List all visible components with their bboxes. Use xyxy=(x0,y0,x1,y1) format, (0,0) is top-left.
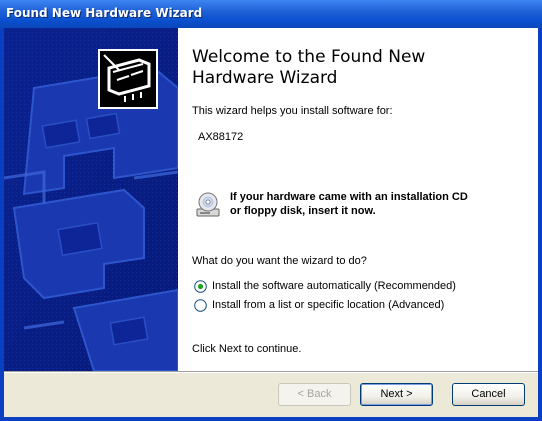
window-title: Found New Hardware Wizard xyxy=(6,6,203,20)
radio-unselected-icon[interactable] xyxy=(194,298,207,312)
radio-selected-icon[interactable] xyxy=(194,279,207,293)
cancel-button[interactable]: Cancel xyxy=(452,383,525,406)
device-name: AX88172 xyxy=(198,131,244,143)
page-title: Welcome to the Found New Hardware Wizard xyxy=(192,47,426,88)
install-from-list-label: Install from a list or specific location… xyxy=(212,299,445,311)
install-from-list-option[interactable]: Install from a list or specific location… xyxy=(194,297,444,313)
window-border-right xyxy=(538,28,542,421)
install-automatic-label: Install the software automatically (Reco… xyxy=(212,280,456,292)
window-border-bottom xyxy=(0,417,542,421)
wizard-banner-graphic xyxy=(4,28,178,371)
button-bar: < Back Next > Cancel xyxy=(4,373,538,417)
wizard-banner xyxy=(4,28,178,371)
continue-hint: Click Next to continue. xyxy=(192,343,302,355)
hardware-board-icon xyxy=(98,49,158,109)
next-button[interactable]: Next > xyxy=(360,383,433,406)
back-button[interactable]: < Back xyxy=(278,383,351,406)
cd-notice: If your hardware came with an installati… xyxy=(230,190,468,218)
question-text: What do you want the wizard to do? xyxy=(192,255,367,267)
wizard-content: Welcome to the Found New Hardware Wizard… xyxy=(178,28,538,371)
cd-notice-line-1: If your hardware came with an installati… xyxy=(230,191,468,203)
wizard-window: Found New Hardware Wizard Welcome to the… xyxy=(0,0,542,421)
install-automatic-option[interactable]: Install the software automatically (Reco… xyxy=(194,278,456,294)
cd-notice-line-2: or floppy disk, insert it now. xyxy=(230,205,376,217)
cd-drive-icon xyxy=(196,192,220,217)
intro-text: This wizard helps you install software f… xyxy=(192,105,393,117)
title-bar[interactable]: Found New Hardware Wizard xyxy=(0,0,542,28)
